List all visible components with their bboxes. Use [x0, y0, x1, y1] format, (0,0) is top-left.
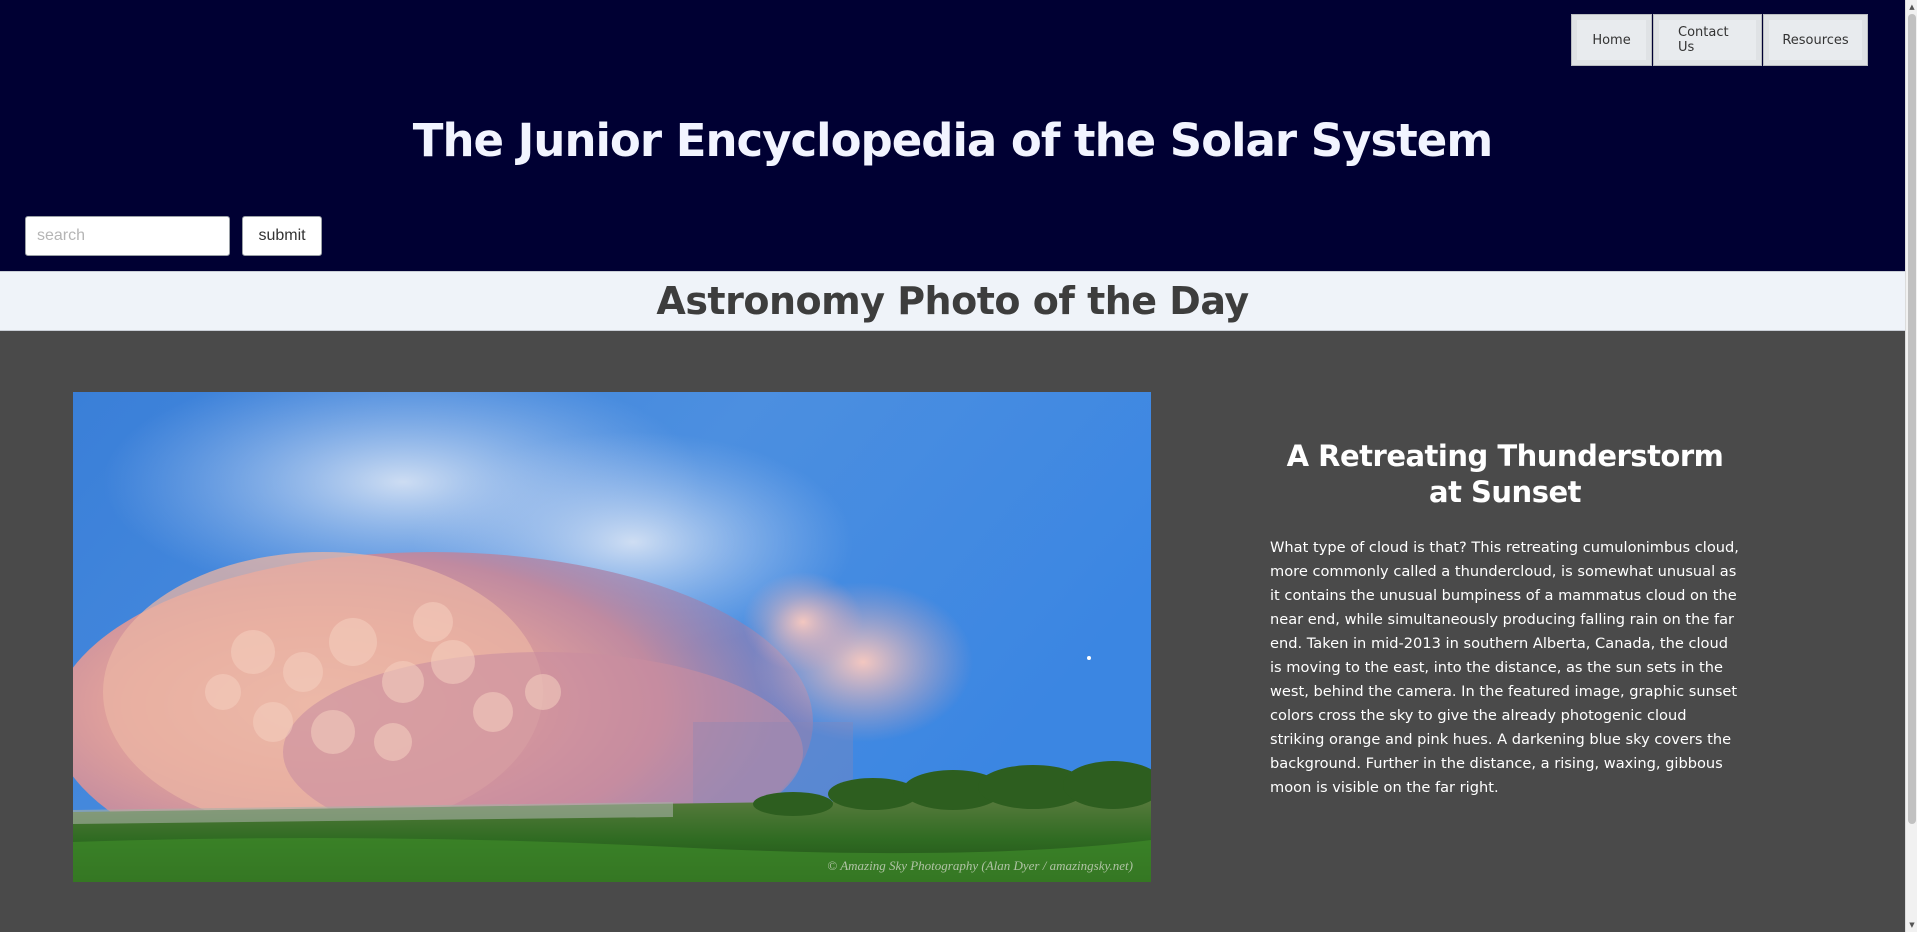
site-title: The Junior Encyclopedia of the Solar Sys… [412, 114, 1493, 167]
article-body: What type of cloud is that? This retreat… [1270, 539, 1739, 796]
search-form: submit [25, 216, 322, 256]
submit-button[interactable]: submit [242, 216, 322, 256]
search-input[interactable] [25, 216, 230, 256]
page-scrollbar[interactable]: ▲ ▼ [1905, 0, 1917, 932]
photo-credit: © Amazing Sky Photography (Alan Dyer / a… [827, 858, 1133, 873]
top-nav: Home Contact Us Resources [1571, 14, 1868, 66]
nav-home-button[interactable]: Home [1571, 14, 1652, 66]
site-header: Home Contact Us Resources The Junior Enc… [0, 0, 1905, 271]
page: Home Contact Us Resources The Junior Enc… [0, 0, 1917, 932]
scroll-up-arrow-icon[interactable]: ▲ [1906, 0, 1917, 14]
article-title: A Retreating Thunderstorm at Sunset [1286, 439, 1724, 509]
section-bar: Astronomy Photo of the Day [0, 271, 1905, 331]
scroll-down-arrow-icon[interactable]: ▼ [1906, 918, 1917, 932]
article: A Retreating Thunderstorm at Sunset What… [1270, 438, 1740, 800]
thunderstorm-photo: © Amazing Sky Photography (Alan Dyer / a… [73, 392, 1151, 882]
nav-contact-us-button[interactable]: Contact Us [1653, 14, 1762, 66]
photo-of-the-day: © Amazing Sky Photography (Alan Dyer / a… [73, 392, 1151, 882]
nav-resources-button[interactable]: Resources [1763, 14, 1868, 66]
scroll-thumb[interactable] [1908, 14, 1916, 824]
section-title: Astronomy Photo of the Day [656, 279, 1249, 323]
